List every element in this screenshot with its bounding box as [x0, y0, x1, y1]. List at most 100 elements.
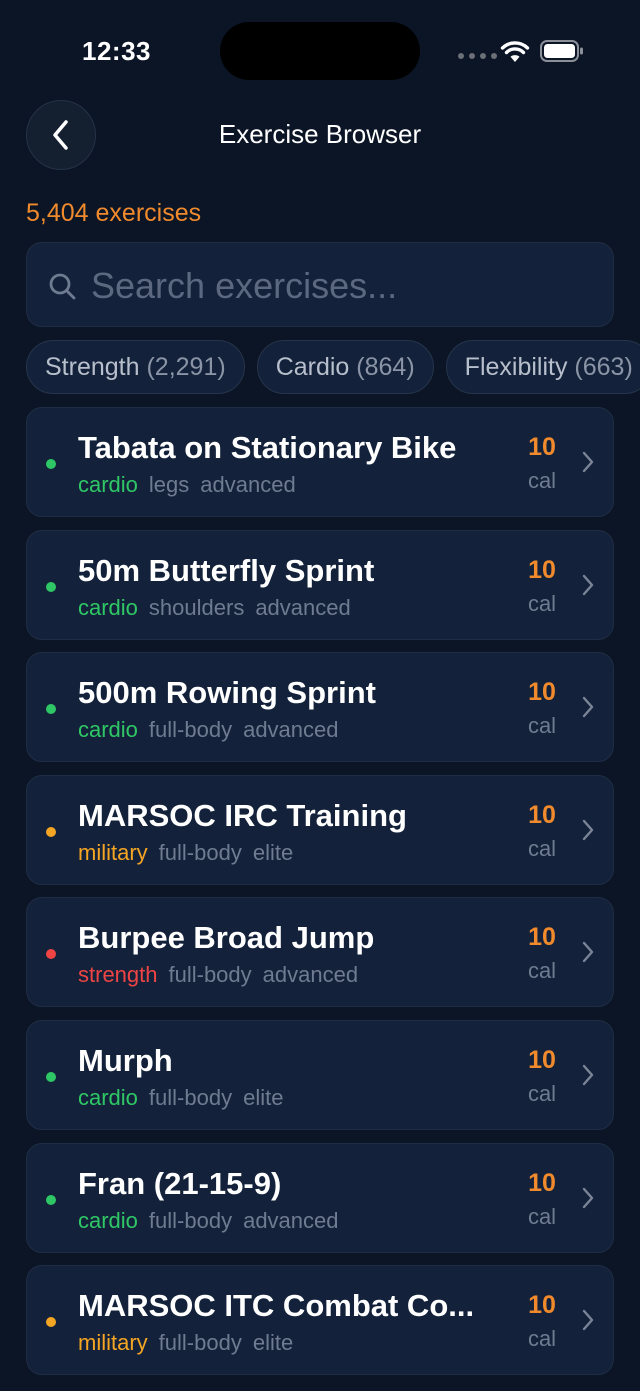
level-tag: elite — [252, 839, 294, 865]
muscle-tag: full-body — [158, 839, 242, 865]
exercise-name: MARSOC IRC Training — [78, 797, 407, 833]
muscle-tag: full-body — [148, 717, 233, 743]
filter-chip-label: Strength — [45, 353, 140, 381]
filter-chip-cardio[interactable]: Cardio (864) — [256, 340, 434, 394]
chevron-right-icon — [582, 1064, 594, 1086]
status-bar: 12:33 — [0, 0, 640, 100]
calories-value: 10 — [528, 1291, 556, 1320]
filter-chip-count: (663) — [574, 353, 633, 381]
filter-chip-label: Flexibility — [464, 353, 568, 381]
battery-icon — [540, 40, 583, 62]
muscle-tag: full-body — [158, 1330, 242, 1356]
muscle-tag: legs — [148, 472, 190, 497]
muscle-tag: shoulders — [148, 594, 245, 620]
exercise-list: Tabata on Stationary Bike cardio legs adva… — [26, 407, 614, 1388]
chevron-right-icon — [582, 696, 594, 718]
filter-chip-flexibility[interactable]: Flexibility (663) — [445, 340, 640, 394]
chevron-right-icon — [582, 451, 594, 473]
category-tag: military — [78, 1330, 148, 1356]
calories-unit: cal — [527, 1203, 557, 1229]
status-time: 12:33 — [82, 36, 151, 66]
category-dot — [46, 826, 56, 837]
exercise-tags: strength full-body advanced — [78, 962, 369, 988]
category-tag: military — [78, 839, 148, 865]
category-dot — [46, 459, 56, 469]
calories-unit: cal — [527, 468, 557, 493]
exercise-row[interactable]: Tabata on Stationary Bike cardio legs adva… — [26, 407, 614, 517]
chevron-right-icon — [582, 1309, 594, 1331]
category-dot — [46, 1071, 56, 1082]
category-dot — [46, 1317, 56, 1328]
calories-value: 10 — [528, 1045, 556, 1074]
exercise-name: MARSOC ITC Combat Co... — [78, 1288, 475, 1324]
muscle-tag: full-body — [148, 1207, 233, 1233]
exercise-row[interactable]: Fran (21-15-9) cardio full-body advanced 1… — [26, 1142, 614, 1253]
muscle-tag: full-body — [168, 962, 252, 988]
exercise-row[interactable]: MARSOC IRC Training military full-body eli… — [26, 774, 614, 885]
level-tag: advanced — [200, 472, 296, 497]
exercise-name: 50m Butterfly Sprint — [78, 552, 375, 588]
calories-value: 10 — [528, 433, 556, 461]
category-filter-bar: Strength (2,291) Cardio (864) Flexibility … — [26, 340, 640, 394]
calories-unit: cal — [527, 1080, 557, 1106]
category-tag: cardio — [78, 1084, 138, 1110]
filter-chip-strength[interactable]: Strength (2,291) — [26, 340, 245, 394]
dynamic-island — [220, 22, 420, 80]
search-icon — [49, 273, 76, 300]
category-dot — [46, 1194, 56, 1205]
exercise-row[interactable]: 500m Rowing Sprint cardio full-body advanc… — [26, 652, 614, 763]
calories-value: 10 — [528, 678, 556, 707]
calories-unit: cal — [527, 713, 557, 739]
exercise-name: Murph — [78, 1042, 173, 1078]
exercise-tags: military full-body elite — [78, 1330, 304, 1356]
exercise-row[interactable]: MARSOC ITC Combat Co... military full-bod… — [26, 1265, 614, 1376]
category-tag: strength — [78, 962, 158, 988]
chevron-right-icon — [582, 819, 594, 840]
level-tag: advanced — [255, 594, 351, 620]
page-title: Exercise Browser — [218, 119, 422, 149]
exercise-tags: cardio legs advanced — [78, 472, 307, 498]
exercise-count: 5,404 exercises — [26, 199, 202, 227]
category-dot — [46, 949, 56, 960]
level-tag: advanced — [243, 717, 339, 743]
exercise-tags: cardio full-body elite — [78, 1085, 294, 1111]
chevron-right-icon — [582, 574, 594, 595]
exercise-name: Tabata on Stationary Bike — [78, 430, 457, 465]
calories-unit: cal — [527, 958, 557, 984]
muscle-tag: full-body — [148, 1084, 233, 1110]
cellular-signal-icon — [458, 53, 497, 59]
exercise-row[interactable]: Murph cardio full-body elite 10 cal — [26, 1019, 614, 1130]
filter-chip-label: Cardio — [275, 353, 350, 381]
filter-chip-count: (864) — [356, 353, 415, 381]
category-tag: cardio — [78, 717, 138, 743]
exercise-row[interactable]: Burpee Broad Jump strength full-body advan… — [26, 897, 614, 1008]
exercise-name: 500m Rowing Sprint — [78, 675, 376, 711]
category-dot — [46, 704, 56, 715]
calories-value: 10 — [528, 1168, 556, 1197]
level-tag: elite — [252, 1330, 294, 1356]
category-tag: cardio — [78, 594, 138, 620]
calories-unit: cal — [527, 835, 557, 861]
search-bar[interactable] — [26, 242, 614, 328]
category-tag: cardio — [78, 1207, 138, 1233]
exercise-tags: cardio full-body advanced — [78, 1208, 350, 1234]
exercise-name: Burpee Broad Jump — [78, 920, 375, 956]
exercise-tags: cardio shoulders advanced — [78, 595, 362, 621]
exercise-tags: cardio full-body advanced — [78, 717, 350, 743]
category-tag: cardio — [78, 472, 138, 497]
calories-value: 10 — [528, 555, 556, 584]
level-tag: advanced — [243, 1207, 339, 1233]
calories-value: 10 — [528, 800, 556, 829]
chevron-right-icon — [582, 1187, 594, 1208]
calories-value: 10 — [528, 923, 556, 952]
level-tag: advanced — [262, 962, 359, 988]
chevron-right-icon — [582, 942, 594, 963]
exercise-row[interactable]: 50m Butterfly Sprint cardio shoulders adva… — [26, 529, 614, 640]
calories-unit: cal — [527, 590, 557, 616]
category-dot — [46, 581, 56, 592]
level-tag: elite — [243, 1084, 284, 1110]
calories-unit: cal — [527, 1326, 557, 1352]
search-input[interactable] — [91, 243, 591, 328]
wifi-icon — [500, 41, 530, 62]
exercise-name: Fran (21-15-9) — [78, 1165, 282, 1201]
